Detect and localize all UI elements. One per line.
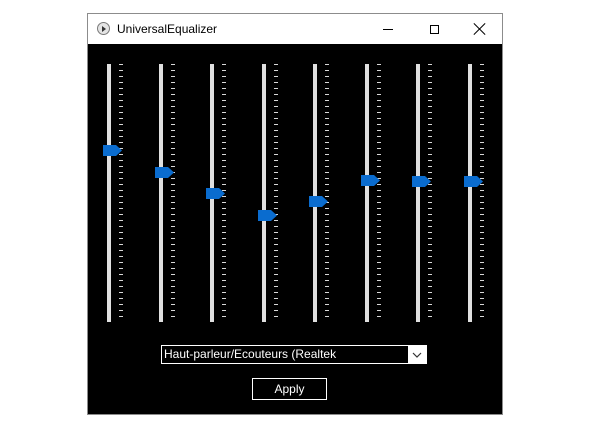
eq-slider-6[interactable]: [360, 64, 391, 322]
slider-thumb[interactable]: [154, 167, 174, 178]
equalizer-window: UniversalEqualizer Haut-parleur/Ecouteur…: [87, 13, 503, 415]
slider-track[interactable]: [467, 64, 472, 322]
title-bar[interactable]: UniversalEqualizer: [88, 14, 502, 44]
eq-slider-5[interactable]: [309, 64, 339, 322]
maximize-button[interactable]: [411, 14, 457, 44]
slider-thumb[interactable]: [206, 188, 225, 199]
eq-slider-4[interactable]: [257, 64, 288, 322]
slider-track[interactable]: [107, 64, 111, 322]
eq-slider-2[interactable]: [154, 64, 185, 322]
slider-track[interactable]: [158, 64, 163, 322]
slider-track[interactable]: [364, 64, 369, 322]
eq-slider-1[interactable]: [103, 64, 133, 322]
close-icon: [474, 23, 486, 35]
maximize-icon: [429, 24, 439, 34]
device-dropdown-value: Haut-parleur/Ecouteurs (Realtek: [164, 347, 337, 361]
slider-thumb[interactable]: [412, 176, 431, 187]
slider-thumb[interactable]: [257, 210, 277, 221]
app-icon: [97, 22, 110, 35]
slider-track[interactable]: [416, 64, 420, 322]
slider-ticks: [170, 64, 175, 322]
eq-slider-8[interactable]: [463, 64, 494, 322]
slider-thumb[interactable]: [360, 175, 380, 186]
slider-track[interactable]: [313, 64, 317, 322]
slider-thumb[interactable]: [103, 145, 122, 156]
chevron-down-icon: [412, 352, 422, 358]
close-button[interactable]: [457, 14, 503, 44]
dropdown-button[interactable]: [408, 346, 426, 363]
slider-track[interactable]: [261, 64, 266, 322]
slider-ticks: [479, 64, 484, 322]
minimize-button[interactable]: [365, 14, 411, 44]
eq-slider-3[interactable]: [206, 64, 236, 322]
window-title: UniversalEqualizer: [117, 22, 218, 36]
client-area: Haut-parleur/Ecouteurs (Realtek Apply: [88, 44, 502, 414]
slider-ticks: [428, 64, 432, 322]
slider-ticks: [325, 64, 329, 322]
minimize-icon: [383, 28, 393, 30]
apply-button[interactable]: Apply: [252, 378, 327, 400]
slider-thumb[interactable]: [463, 176, 483, 187]
slider-ticks: [376, 64, 381, 322]
slider-ticks: [273, 64, 278, 322]
slider-ticks: [119, 64, 123, 322]
eq-slider-7[interactable]: [412, 64, 442, 322]
slider-thumb[interactable]: [309, 196, 328, 207]
device-dropdown[interactable]: Haut-parleur/Ecouteurs (Realtek: [161, 345, 427, 364]
